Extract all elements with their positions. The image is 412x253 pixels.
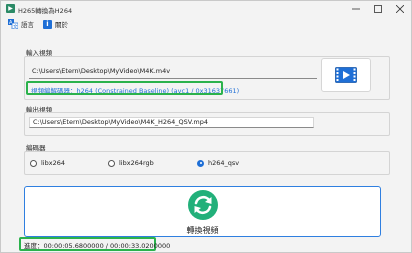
language-icon: A 文 <box>8 19 18 29</box>
encoder-option-label: libx264 <box>41 159 65 167</box>
menu-about-label: 關於 <box>55 21 68 29</box>
progress-text: 進度：00:00:05.6800000 / 00:00:33.0200000 <box>24 242 171 250</box>
minimize-icon <box>352 8 360 10</box>
input-path-underline <box>29 78 317 79</box>
menu-about[interactable]: i 關於 <box>43 18 68 30</box>
app-icon: ▶ <box>6 4 15 13</box>
encoder-option-libx264[interactable]: libx264 <box>30 159 65 167</box>
convert-video-label: 轉換視頻 <box>186 226 219 235</box>
encoder-option-h264-qsv[interactable]: h264_qsv <box>197 159 239 167</box>
encoder-option-label: h264_qsv <box>208 159 240 167</box>
menu-bar: A 文 語言 i 關於 <box>1 17 411 32</box>
codec-info-highlight <box>26 81 223 95</box>
convert-video-button[interactable]: 轉換視頻 <box>24 186 381 237</box>
minimize-button[interactable] <box>345 1 367 17</box>
close-button[interactable] <box>389 1 411 17</box>
menu-language-label: 語言 <box>21 21 34 29</box>
radio-button-selected[interactable] <box>197 159 204 167</box>
window-title: H265轉換為H264 <box>18 7 73 15</box>
app-window: ▶ H265轉換為H264 A 文 語言 i 關於 輸入視頻 C:\Users\… <box>0 0 412 253</box>
output-path-field[interactable]: C:\Users\Etern\Desktop\MyVideo\M4K_H264_… <box>29 117 314 128</box>
radio-button[interactable] <box>108 159 115 167</box>
radio-button[interactable] <box>30 159 37 167</box>
info-icon: i <box>43 19 52 29</box>
input-path-field[interactable]: C:\Users\Etern\Desktop\MyVideo\M4K.m4v <box>29 67 309 78</box>
encoder-option-label: libx264rgb <box>119 159 154 167</box>
close-icon <box>396 5 404 13</box>
window-controls <box>345 1 411 17</box>
encoder-option-libx264rgb[interactable]: libx264rgb <box>108 159 154 167</box>
maximize-icon <box>374 5 382 13</box>
refresh-icon <box>188 190 218 220</box>
video-file-icon <box>335 67 357 83</box>
title-bar: ▶ H265轉換為H264 <box>1 1 411 17</box>
browse-video-button[interactable] <box>321 58 371 92</box>
maximize-button[interactable] <box>367 1 389 17</box>
menu-language[interactable]: A 文 語言 <box>8 18 34 30</box>
